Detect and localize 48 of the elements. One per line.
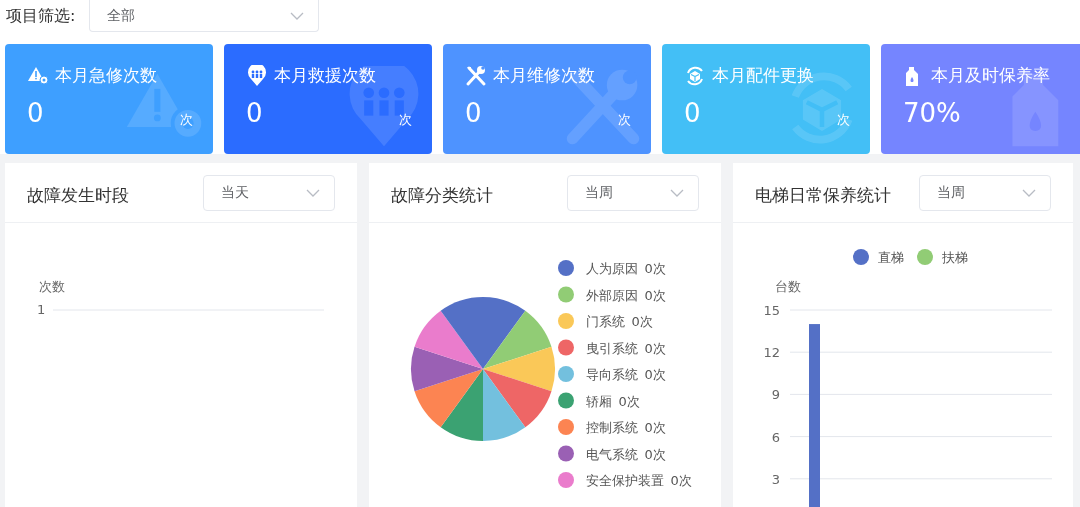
tick-label: 12 [763,345,780,361]
unit-label: 次 [618,111,631,129]
legend-label: 人为原因 0次 [586,261,666,276]
axis-title: 次数 [39,279,65,294]
card-title: 本月及时保养率 [931,64,1050,87]
people-pin-icon [246,64,268,87]
tick-label: 15 [763,303,780,318]
tick-label: 9 [771,387,780,403]
card-title: 本月急修次数 [55,64,157,87]
unit-label: 次 [399,111,412,129]
panel-title: 故障分类统计 [391,184,493,207]
tick-label: 3 [771,471,780,487]
axis-title: 台数 [775,279,801,294]
stat-value: 0 [27,97,44,129]
card-title: 本月救援次数 [274,64,376,87]
legend-label: 扶梯 [942,250,968,265]
chevron-down-icon [1022,189,1036,197]
unit-label: 次 [837,111,850,129]
chevron-down-icon [670,189,684,197]
tick-label: 6 [771,429,780,445]
card-title: 本月配件更换 [712,64,814,87]
tick-label: 1 [37,302,46,317]
legend-label: 直梯 [878,250,904,265]
cube-cycle-icon [684,64,706,87]
legend-label: 电气系统 0次 [586,446,666,462]
chevron-down-icon [290,11,305,20]
legend-label: 控制系统 0次 [586,420,666,435]
filter-label: 项目筛选: [6,5,76,27]
dropdown-field[interactable]: 当周 [567,175,699,211]
dropdown-field[interactable]: 全部 [89,0,320,32]
legend-label: 安全保护装置 0次 [586,473,692,488]
wrench-screwdriver-icon [465,64,487,87]
stat-value: 0 [246,97,263,129]
dropdown-field[interactable]: 当周 [919,175,1051,211]
stat-value: 70% [903,97,961,129]
legend-label: 外部原因 0次 [586,287,666,303]
panel-title: 故障发生时段 [27,184,129,207]
legend-label: 轿厢 0次 [586,393,640,409]
card-title: 本月维修次数 [493,64,595,87]
dropdown-field[interactable]: 当天 [203,175,335,211]
panel-title: 电梯日常保养统计 [755,184,891,207]
unit-label: 次 [180,111,193,129]
legend-label: 曳引系统 0次 [586,340,666,356]
legend-label: 门系统 0次 [586,314,653,329]
chevron-down-icon [306,189,320,197]
stat-value: 0 [465,97,482,129]
legend-label: 导向系统 0次 [586,367,666,382]
stat-value: 0 [684,97,701,129]
